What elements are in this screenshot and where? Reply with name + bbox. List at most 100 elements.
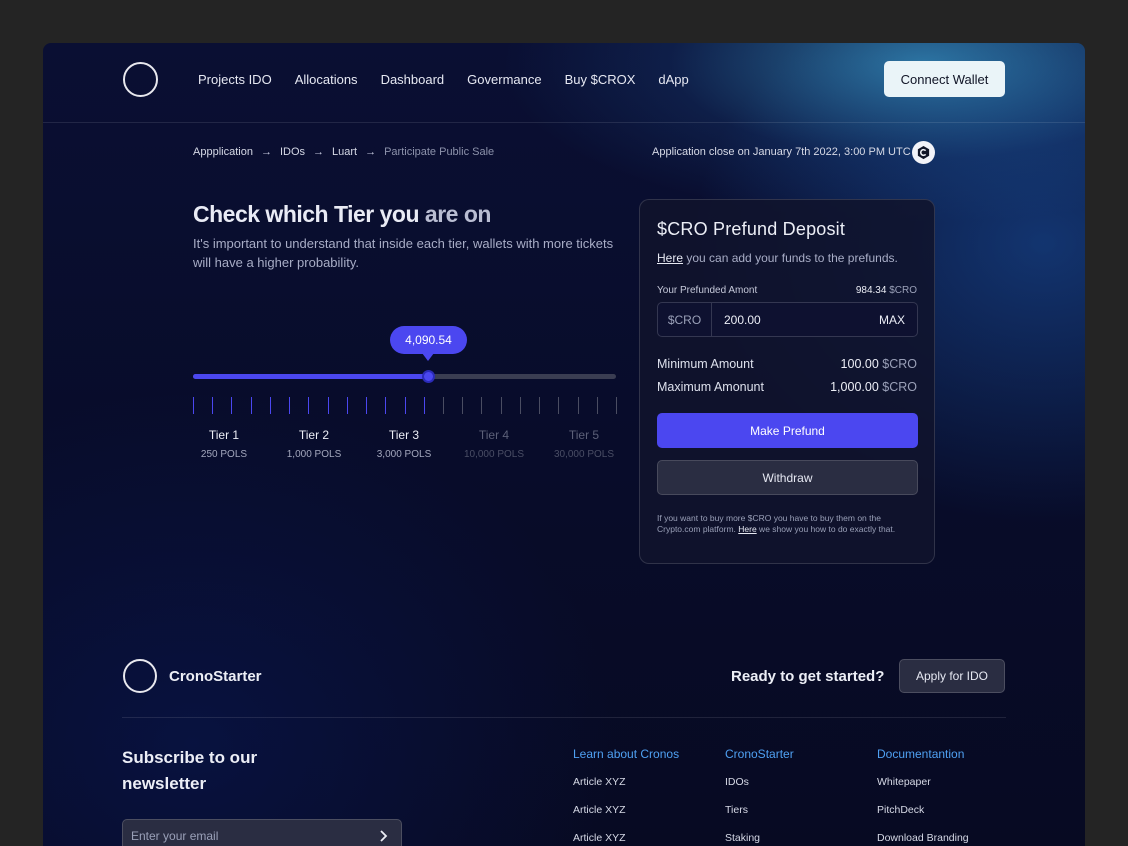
note-text-end: we show you how to do exactly that. — [756, 524, 896, 534]
arrow-right-icon: → — [313, 146, 324, 158]
slider-tick — [596, 397, 598, 414]
nav-dapp[interactable]: dApp — [658, 72, 688, 87]
newsletter-title: Subscribe to our newsletter — [122, 748, 258, 793]
email-input[interactable] — [123, 820, 363, 846]
slider-tick — [404, 397, 406, 414]
slider-tick — [289, 397, 291, 414]
prefund-deposit-card: $CRO Prefund Deposit Here you can add yo… — [639, 199, 935, 564]
breadcrumb: Appplication → IDOs → Luart → Participat… — [193, 146, 494, 158]
tier-name: Tier 5 — [568, 428, 600, 442]
prefunded-value: 984.34 $CRO — [856, 285, 917, 296]
withdraw-button[interactable]: Withdraw — [657, 460, 918, 495]
maximum-amount: 1,000.00 — [830, 380, 879, 394]
slider-tick — [558, 397, 560, 414]
slider-value-tooltip: 4,090.54 — [390, 326, 467, 361]
here-link[interactable]: Here — [657, 251, 683, 265]
slider-tick — [231, 397, 233, 414]
footer-col-heading: CronoStarter — [725, 747, 794, 761]
logo-icon[interactable] — [123, 62, 158, 97]
footer-logo-icon[interactable] — [123, 659, 157, 693]
currency-unit: $CRO — [889, 285, 917, 296]
card-subtitle: Here you can add your funds to the prefu… — [657, 251, 898, 265]
cronos-logo-icon — [912, 141, 935, 164]
tier-1: Tier 1 250 POLS — [184, 428, 264, 460]
input-currency-prefix: $CRO — [658, 303, 712, 336]
slider-tick — [308, 397, 310, 414]
slider-tick — [519, 397, 521, 414]
footer-divider — [122, 717, 1006, 718]
header-divider — [43, 122, 1085, 123]
slider-tick — [500, 397, 502, 414]
connect-wallet-button[interactable]: Connect Wallet — [884, 61, 1005, 97]
ready-to-start-text: Ready to get started? — [731, 668, 885, 685]
slider-tick — [366, 397, 368, 414]
breadcrumb-luart[interactable]: Luart — [332, 146, 357, 158]
minimum-amount-label: Minimum Amount — [657, 357, 754, 371]
nav-allocations[interactable]: Allocations — [295, 72, 358, 87]
currency-unit: $CRO — [882, 380, 917, 394]
footer-link[interactable]: Tiers — [725, 804, 794, 816]
footer-link[interactable]: PitchDeck — [877, 804, 969, 816]
tier-name: Tier 2 — [298, 428, 330, 442]
nav-dashboard[interactable]: Dashboard — [381, 72, 445, 87]
nav-buy-crox[interactable]: Buy $CROX — [565, 72, 636, 87]
arrow-right-icon: → — [365, 146, 377, 158]
tier-slider-fill — [193, 374, 429, 379]
tier-amount: 1,000 POLS — [286, 449, 342, 460]
prefunded-amount: 984.34 — [855, 285, 887, 296]
footer-col-heading: Learn about Cronos — [573, 747, 680, 761]
slider-tick — [442, 397, 444, 414]
tier-slider-track[interactable] — [193, 374, 616, 379]
slider-tick — [577, 397, 579, 414]
footer-link[interactable]: Article XYZ — [573, 804, 679, 816]
footer-link[interactable]: Article XYZ — [573, 776, 679, 788]
slider-tick — [250, 397, 252, 414]
max-button[interactable]: MAX — [879, 313, 905, 327]
maximum-amount-value: 1,000.00 $CRO — [830, 380, 917, 394]
slider-tick — [462, 397, 464, 414]
tier-4: Tier 4 10,000 POLS — [454, 428, 534, 460]
footer-link[interactable]: Whitepaper — [877, 776, 969, 788]
footer-brand-name: CronoStarter — [169, 668, 262, 685]
footer-col-cronos: Learn about Cronos Article XYZ Article X… — [573, 747, 679, 846]
prefund-amount-field[interactable]: $CRO 200.00 MAX — [657, 302, 918, 337]
apply-for-ido-button[interactable]: Apply for IDO — [899, 659, 1005, 693]
tier-section-title: Check which Tier you are on — [193, 201, 491, 228]
tier-title-main: Check which Tier you — [193, 201, 420, 227]
footer-link[interactable]: IDOs — [725, 776, 794, 788]
app-frame: Projects IDO Allocations Dashboard Gover… — [43, 43, 1085, 846]
footer-col-cronostarter: CronoStarter IDOs Tiers Staking — [725, 747, 794, 846]
nav-governance[interactable]: Govermance — [467, 72, 541, 87]
note-here-link[interactable]: Here — [738, 524, 756, 534]
card-title: $CRO Prefund Deposit — [657, 219, 846, 239]
breadcrumb-application[interactable]: Appplication — [193, 146, 253, 158]
slider-tick — [539, 397, 541, 414]
tier-5: Tier 5 30,000 POLS — [544, 428, 624, 460]
minimum-amount-value: 100.00 $CRO — [841, 357, 917, 371]
tier-amount: 30,000 POLS — [553, 449, 615, 460]
tier-name: Tier 1 — [208, 428, 240, 442]
footer-link[interactable]: Staking — [725, 832, 794, 844]
footer-col-documentation: Documentantion Whitepaper PitchDeck Down… — [877, 747, 969, 846]
breadcrumb-current: Participate Public Sale — [384, 146, 495, 158]
nav-projects-ido[interactable]: Projects IDO — [198, 72, 272, 87]
tier-slider-thumb[interactable] — [422, 370, 436, 383]
tier-3: Tier 3 3,000 POLS — [364, 428, 444, 460]
tier-title-muted: are on — [424, 201, 492, 227]
footer-link[interactable]: Download Branding — [877, 832, 969, 844]
tier-slider-ticks — [193, 397, 617, 414]
tier-2: Tier 2 1,000 POLS — [274, 428, 354, 460]
footer-link[interactable]: Article XYZ — [573, 832, 679, 844]
amount-input-value[interactable]: 200.00 — [724, 313, 761, 327]
chevron-right-icon[interactable] — [377, 828, 391, 844]
footer-col-heading: Documentantion — [877, 747, 965, 761]
slider-tick — [327, 397, 329, 414]
tier-name: Tier 3 — [388, 428, 420, 442]
breadcrumb-idos[interactable]: IDOs — [280, 146, 305, 158]
slider-tick — [385, 397, 387, 414]
email-field[interactable] — [122, 819, 402, 846]
slider-tick — [212, 397, 214, 414]
make-prefund-button[interactable]: Make Prefund — [657, 413, 918, 448]
tier-amount: 10,000 POLS — [463, 449, 525, 460]
main-nav: Projects IDO Allocations Dashboard Gover… — [198, 72, 712, 87]
